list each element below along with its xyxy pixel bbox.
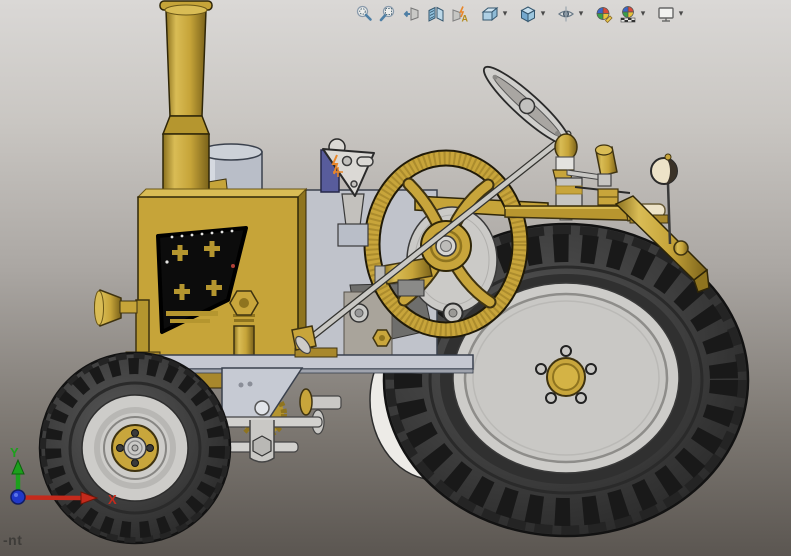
view-settings-dropdown-arrow[interactable]: ▾ bbox=[677, 2, 685, 25]
hide-show-items-dropdown-arrow[interactable]: ▾ bbox=[577, 2, 585, 25]
apply-scene-dropdown-arrow[interactable]: ▾ bbox=[639, 2, 647, 25]
view-settings-button[interactable] bbox=[655, 2, 677, 25]
triad-y-label: Y bbox=[10, 445, 19, 460]
section-view-button[interactable] bbox=[425, 2, 447, 25]
annotation-views-icon: A bbox=[452, 5, 469, 23]
exhaust-stack[interactable] bbox=[159, 0, 213, 198]
zoom-to-area-button[interactable] bbox=[377, 2, 399, 25]
view-orientation-button[interactable] bbox=[479, 2, 501, 25]
display-style-icon bbox=[520, 5, 536, 22]
edit-appearance-icon bbox=[596, 6, 613, 23]
previous-view-icon bbox=[403, 6, 419, 21]
grease-pump[interactable] bbox=[229, 290, 259, 363]
hide-show-items-icon bbox=[558, 6, 574, 21]
triad-x-axis[interactable]: X bbox=[17, 491, 117, 507]
annotation-views-button[interactable]: A bbox=[449, 2, 471, 25]
triad-y-axis[interactable]: Y bbox=[10, 445, 25, 497]
previous-view-button[interactable] bbox=[401, 2, 423, 25]
zoom-to-fit-button[interactable] bbox=[353, 2, 375, 25]
graphics-area[interactable]: A ▾ ▾ ▾ ▾ ▾ Y X -nt bbox=[0, 0, 791, 556]
gear-lever[interactable] bbox=[594, 144, 618, 187]
triad-x-label: X bbox=[108, 492, 117, 507]
section-view-icon bbox=[428, 6, 444, 22]
watermark-text: -nt bbox=[3, 532, 23, 548]
view-orientation-dropdown-arrow[interactable]: ▾ bbox=[501, 2, 509, 25]
display-style-button[interactable] bbox=[517, 2, 539, 25]
triad-z-axis[interactable] bbox=[10, 489, 26, 505]
view-orientation-icon bbox=[481, 6, 499, 21]
zoom-to-fit-icon bbox=[356, 5, 372, 21]
heads-up-view-toolbar: A ▾ ▾ ▾ ▾ ▾ bbox=[352, 1, 686, 26]
display-style-dropdown-arrow[interactable]: ▾ bbox=[539, 2, 547, 25]
apply-scene-button[interactable] bbox=[617, 2, 639, 25]
hide-show-items-button[interactable] bbox=[555, 2, 577, 25]
svg-text:A: A bbox=[462, 13, 469, 23]
zoom-to-area-icon bbox=[379, 5, 395, 21]
apply-scene-icon bbox=[620, 5, 636, 22]
edit-appearance-button[interactable] bbox=[593, 2, 615, 25]
view-settings-icon bbox=[658, 6, 674, 22]
